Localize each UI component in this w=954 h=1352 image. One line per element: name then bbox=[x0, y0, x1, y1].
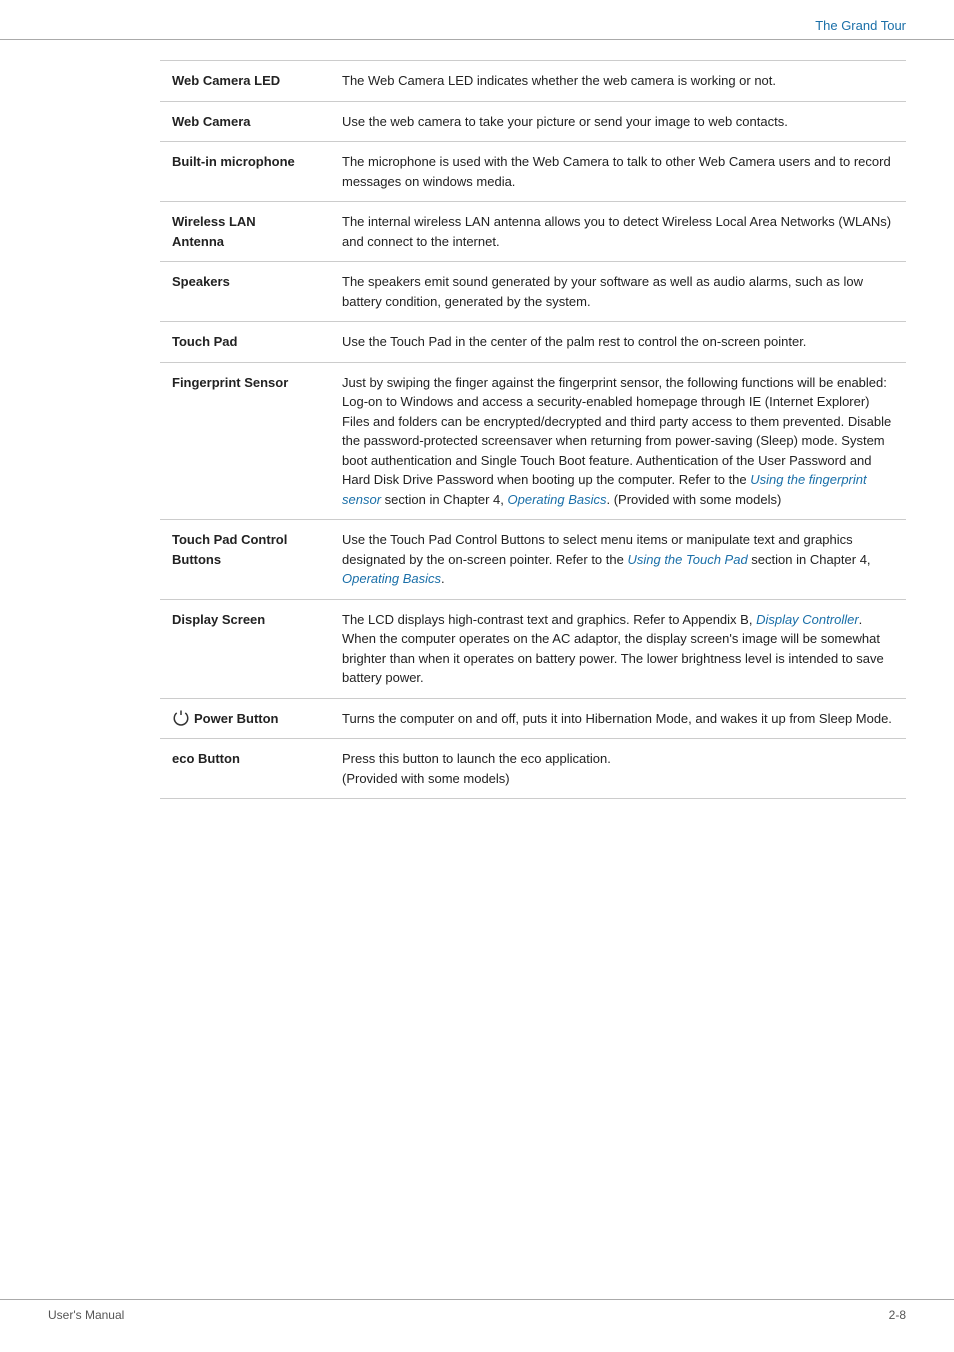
term-cell: Wireless LAN Antenna bbox=[160, 202, 330, 262]
header-title-link[interactable]: The Grand Tour bbox=[815, 18, 906, 33]
feature-table: Web Camera LEDThe Web Camera LED indicat… bbox=[160, 60, 906, 799]
term-cell: Web Camera bbox=[160, 101, 330, 142]
page-header: The Grand Tour bbox=[0, 0, 954, 40]
table-row: Fingerprint SensorJust by swiping the fi… bbox=[160, 362, 906, 520]
footer-left: User's Manual bbox=[48, 1308, 124, 1322]
term-cell: Power Button bbox=[160, 698, 330, 739]
term-cell: Touch Pad bbox=[160, 322, 330, 363]
desc-cell: The LCD displays high-contrast text and … bbox=[330, 599, 906, 698]
term-label: Power Button bbox=[194, 709, 279, 729]
desc-cell: Turns the computer on and off, puts it i… bbox=[330, 698, 906, 739]
desc-cell: The internal wireless LAN antenna allows… bbox=[330, 202, 906, 262]
term-with-icon: Power Button bbox=[172, 709, 310, 729]
table-row: Web CameraUse the web camera to take you… bbox=[160, 101, 906, 142]
inline-link[interactable]: Display Controller bbox=[756, 612, 859, 627]
term-cell: Web Camera LED bbox=[160, 61, 330, 102]
desc-cell: Use the web camera to take your picture … bbox=[330, 101, 906, 142]
term-cell: eco Button bbox=[160, 739, 330, 799]
desc-cell: Use the Touch Pad Control Buttons to sel… bbox=[330, 520, 906, 600]
term-cell: Fingerprint Sensor bbox=[160, 362, 330, 520]
term-cell: Display Screen bbox=[160, 599, 330, 698]
desc-cell: The speakers emit sound generated by you… bbox=[330, 262, 906, 322]
desc-cell: Press this button to launch the eco appl… bbox=[330, 739, 906, 799]
inline-link[interactable]: Using the Touch Pad bbox=[627, 552, 747, 567]
table-row: eco ButtonPress this button to launch th… bbox=[160, 739, 906, 799]
term-cell: Built-in microphone bbox=[160, 142, 330, 202]
table-row: Touch Pad Control ButtonsUse the Touch P… bbox=[160, 520, 906, 600]
desc-cell: Use the Touch Pad in the center of the p… bbox=[330, 322, 906, 363]
footer-right: 2-8 bbox=[889, 1308, 906, 1322]
desc-cell: Just by swiping the finger against the f… bbox=[330, 362, 906, 520]
power-icon bbox=[172, 709, 190, 727]
table-row: Web Camera LEDThe Web Camera LED indicat… bbox=[160, 61, 906, 102]
table-row: Built-in microphoneThe microphone is use… bbox=[160, 142, 906, 202]
table-row: SpeakersThe speakers emit sound generate… bbox=[160, 262, 906, 322]
inline-link[interactable]: Operating Basics bbox=[508, 492, 607, 507]
main-content: Web Camera LEDThe Web Camera LED indicat… bbox=[0, 50, 954, 829]
desc-cell: The microphone is used with the Web Came… bbox=[330, 142, 906, 202]
table-row: Touch PadUse the Touch Pad in the center… bbox=[160, 322, 906, 363]
inline-link[interactable]: Operating Basics bbox=[342, 571, 441, 586]
desc-cell: The Web Camera LED indicates whether the… bbox=[330, 61, 906, 102]
table-row: Display ScreenThe LCD displays high-cont… bbox=[160, 599, 906, 698]
table-row: Power Button Turns the computer on and of… bbox=[160, 698, 906, 739]
table-row: Wireless LAN AntennaThe internal wireles… bbox=[160, 202, 906, 262]
term-cell: Speakers bbox=[160, 262, 330, 322]
term-cell: Touch Pad Control Buttons bbox=[160, 520, 330, 600]
page-footer: User's Manual 2-8 bbox=[0, 1299, 954, 1322]
